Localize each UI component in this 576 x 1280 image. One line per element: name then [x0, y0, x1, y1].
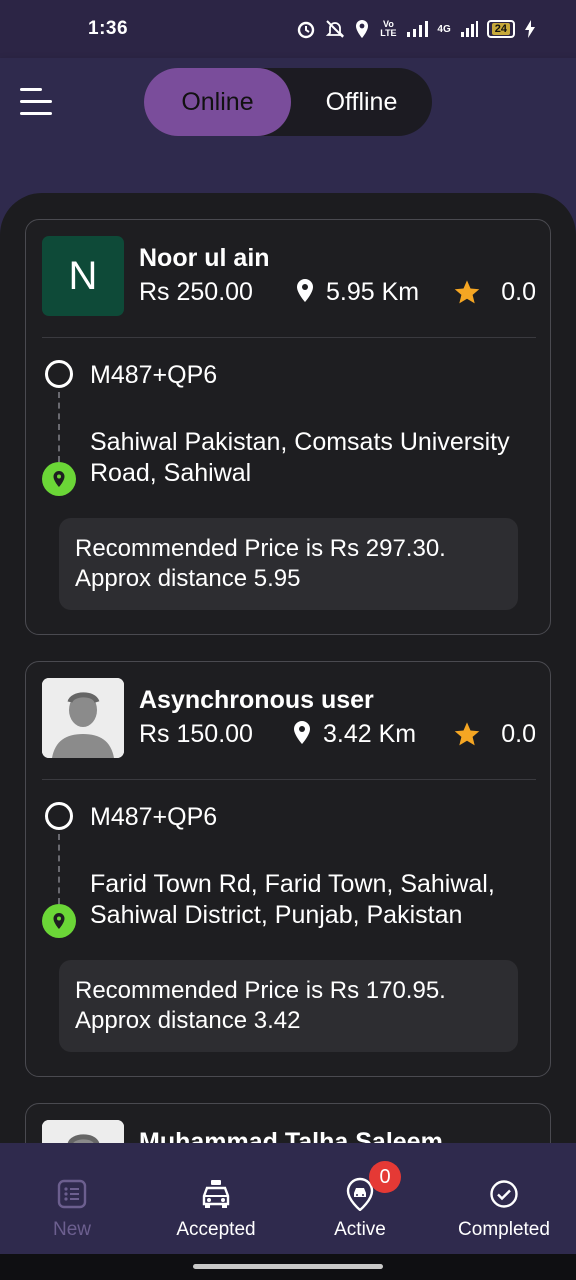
route-line	[58, 834, 60, 904]
gesture-area	[0, 1254, 576, 1280]
dropoff-pin-icon	[42, 904, 76, 938]
nav-accepted[interactable]: Accepted	[144, 1157, 288, 1254]
dropoff-address: Farid Town Rd, Farid Town, Sahiwal, Sahi…	[90, 870, 495, 929]
signal-icon-2	[460, 21, 478, 37]
volte-label: Vo LTE	[380, 19, 397, 38]
online-offline-toggle[interactable]: Online Offline	[144, 68, 432, 136]
hamburger-menu-icon[interactable]	[20, 88, 54, 116]
rider-name: Noor ul ain	[139, 244, 270, 272]
signal-icon	[407, 21, 429, 37]
location-pin-icon	[297, 279, 313, 302]
location-pin-icon	[294, 721, 310, 744]
card-header: N Noor ul ain Rs 250.00 5.95 Km 0.0	[42, 236, 536, 318]
charging-icon	[525, 20, 535, 38]
active-count-badge: 0	[369, 1161, 401, 1193]
divider	[42, 779, 536, 780]
ride-distance: 5.95 Km	[326, 278, 420, 306]
avatar	[42, 678, 124, 758]
mute-icon	[326, 20, 345, 38]
ride-request-card[interactable]: Muhammad Talha Saleem	[25, 1103, 551, 1143]
user-placeholder-icon	[42, 678, 124, 758]
toggle-offline[interactable]: Offline	[291, 68, 432, 136]
route-line	[58, 392, 60, 462]
network-type: 4G	[437, 23, 451, 35]
nav-active[interactable]: 0 Active	[288, 1157, 432, 1254]
pickup-circle-icon	[45, 802, 73, 830]
home-gesture-bar[interactable]	[193, 1264, 383, 1269]
star-icon	[454, 722, 480, 746]
list-icon	[55, 1177, 89, 1211]
ride-distance: 3.42 Km	[323, 720, 417, 748]
check-circle-icon	[487, 1177, 521, 1211]
pickup-address: M487+QP6	[90, 361, 218, 389]
ride-request-card[interactable]: N Noor ul ain Rs 250.00 5.95 Km 0.0 M487…	[25, 219, 551, 635]
pickup-address: M487+QP6	[90, 803, 218, 831]
alarm-icon	[298, 21, 315, 39]
location-icon	[356, 20, 369, 38]
toggle-online[interactable]: Online	[144, 68, 291, 136]
nav-label: Accepted	[176, 1219, 256, 1240]
pickup-circle-icon	[45, 360, 73, 388]
battery-level: 24	[491, 23, 510, 35]
recommended-price-box: Recommended Price is Rs 297.30. Approx d…	[59, 518, 518, 610]
status-icons: Vo LTE 4G 24	[296, 19, 536, 39]
avatar: N	[42, 236, 124, 316]
card-header: Muhammad Talha Saleem	[42, 1120, 536, 1143]
rider-name: Asynchronous user	[139, 686, 374, 714]
nav-label: Completed	[458, 1219, 550, 1240]
user-placeholder-icon	[42, 1120, 124, 1143]
app-header: Online Offline	[0, 58, 576, 148]
nav-completed[interactable]: Completed	[432, 1157, 576, 1254]
rider-name: Muhammad Talha Saleem	[139, 1128, 443, 1143]
ride-price: Rs 150.00	[139, 720, 253, 748]
star-icon	[454, 280, 480, 304]
divider	[42, 337, 536, 338]
dropoff-pin-icon	[42, 462, 76, 496]
taxi-icon	[199, 1177, 233, 1211]
bottom-navigation: New Accepted 0 Active Completed	[0, 1157, 576, 1254]
ride-request-card[interactable]: Asynchronous user Rs 150.00 3.42 Km 0.0 …	[25, 661, 551, 1077]
requests-panel[interactable]: N Noor ul ain Rs 250.00 5.95 Km 0.0 M487…	[0, 193, 576, 1143]
status-time: 1:36	[88, 18, 129, 39]
status-bar: 1:36 Vo LTE 4G 24	[0, 0, 576, 58]
rider-rating: 0.0	[501, 278, 536, 306]
ride-price: Rs 250.00	[139, 278, 253, 306]
card-header: Asynchronous user Rs 150.00 3.42 Km 0.0	[42, 678, 536, 760]
nav-label: New	[52, 1219, 91, 1240]
nav-label: Active	[334, 1219, 386, 1240]
rider-rating: 0.0	[501, 720, 536, 748]
nav-new[interactable]: New	[0, 1157, 144, 1254]
recommended-price-box: Recommended Price is Rs 170.95. Approx d…	[59, 960, 518, 1052]
dropoff-address: Sahiwal Pakistan, Comsats University Roa…	[90, 428, 510, 487]
battery-indicator: 24	[486, 20, 515, 38]
avatar	[42, 1120, 124, 1143]
